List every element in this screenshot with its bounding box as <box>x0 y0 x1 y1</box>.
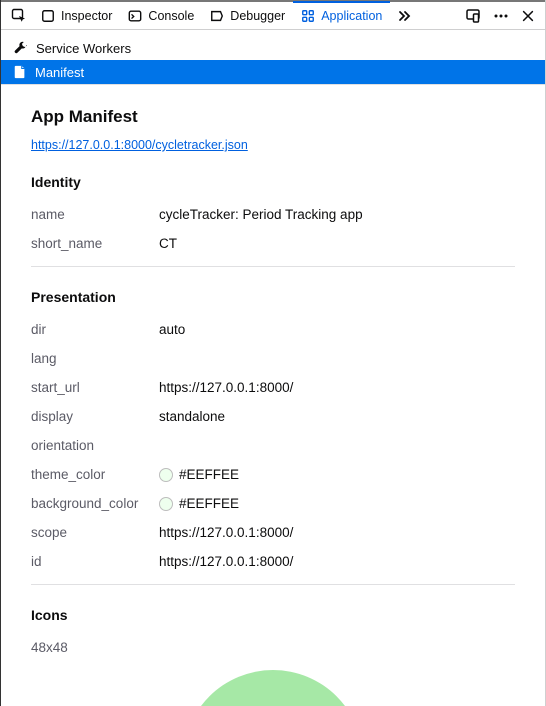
key: background_color <box>31 496 159 511</box>
pick-element-icon <box>11 8 27 24</box>
value: https://127.0.0.1:8000/ <box>159 525 293 540</box>
row-background-color: background_color #EEFFEE <box>31 489 515 518</box>
row-theme-color: theme_color #EEFFEE <box>31 460 515 489</box>
manifest-panel: App Manifest https://127.0.0.1:8000/cycl… <box>1 85 545 706</box>
icon-preview-wrap <box>31 670 515 706</box>
tab-label: Debugger <box>230 9 285 23</box>
key: lang <box>31 351 159 366</box>
key: orientation <box>31 438 159 453</box>
color-text: #EEFFEE <box>179 496 239 511</box>
row-orientation: orientation <box>31 431 515 460</box>
more-options-button[interactable] <box>487 2 515 30</box>
icon-preview <box>183 670 363 706</box>
key: display <box>31 409 159 424</box>
color-swatch <box>159 468 173 482</box>
sidebar-item-label: Manifest <box>35 65 84 80</box>
presentation-title: Presentation <box>31 289 515 305</box>
row-icon-size: 48x48 <box>31 633 515 662</box>
row-dir: dir auto <box>31 315 515 344</box>
console-icon <box>128 9 142 23</box>
key: start_url <box>31 380 159 395</box>
value: #EEFFEE <box>159 496 239 511</box>
icons-section: Icons 48x48 <box>31 607 515 706</box>
key: name <box>31 207 159 222</box>
value: standalone <box>159 409 225 424</box>
manifest-url-link[interactable]: https://127.0.0.1:8000/cycletracker.json <box>31 138 248 152</box>
close-devtools-button[interactable] <box>515 2 541 30</box>
row-start-url: start_url https://127.0.0.1:8000/ <box>31 373 515 402</box>
row-scope: scope https://127.0.0.1:8000/ <box>31 518 515 547</box>
identity-section: Identity name cycleTracker: Period Track… <box>31 174 515 267</box>
application-icon <box>301 9 315 23</box>
sidebar-item-manifest[interactable]: Manifest <box>1 60 545 84</box>
color-text: #EEFFEE <box>179 467 239 482</box>
value: #EEFFEE <box>159 467 239 482</box>
key: theme_color <box>31 467 159 482</box>
devtools-toolbar: Inspector Console Debugger Applicat <box>1 0 545 30</box>
divider <box>31 584 515 585</box>
debugger-icon <box>210 9 224 23</box>
overflow-tabs-button[interactable] <box>390 2 418 30</box>
tab-debugger[interactable]: Debugger <box>202 2 293 30</box>
chevrons-right-icon <box>396 8 412 24</box>
value: auto <box>159 322 185 337</box>
close-icon <box>521 9 535 23</box>
inspect-element-button[interactable] <box>5 2 33 30</box>
tab-label: Console <box>148 9 194 23</box>
row-id: id https://127.0.0.1:8000/ <box>31 547 515 576</box>
ellipsis-icon <box>493 8 509 24</box>
file-icon <box>13 65 27 79</box>
key: scope <box>31 525 159 540</box>
value: cycleTracker: Period Tracking app <box>159 207 363 222</box>
application-sidebar: Service Workers Manifest <box>1 30 545 85</box>
key: dir <box>31 322 159 337</box>
row-name: name cycleTracker: Period Tracking app <box>31 200 515 229</box>
responsive-mode-button[interactable] <box>459 2 487 30</box>
tab-console[interactable]: Console <box>120 2 202 30</box>
sidebar-item-service-workers[interactable]: Service Workers <box>1 36 545 60</box>
row-short-name: short_name CT <box>31 229 515 258</box>
inspector-icon <box>41 9 55 23</box>
panel-heading: App Manifest <box>31 107 515 127</box>
key: 48x48 <box>31 640 159 655</box>
tab-inspector[interactable]: Inspector <box>33 2 120 30</box>
presentation-section: Presentation dir auto lang start_url htt… <box>31 289 515 585</box>
key: id <box>31 554 159 569</box>
row-lang: lang <box>31 344 515 373</box>
tab-application[interactable]: Application <box>293 1 390 30</box>
sidebar-item-label: Service Workers <box>36 41 131 56</box>
color-swatch <box>159 497 173 511</box>
divider <box>31 266 515 267</box>
icons-title: Icons <box>31 607 515 623</box>
value: https://127.0.0.1:8000/ <box>159 380 293 395</box>
responsive-icon <box>465 8 481 24</box>
tab-label: Application <box>321 9 382 23</box>
row-display: display standalone <box>31 402 515 431</box>
value: CT <box>159 236 177 251</box>
value: https://127.0.0.1:8000/ <box>159 554 293 569</box>
tab-label: Inspector <box>61 9 112 23</box>
wrench-icon <box>13 41 28 56</box>
key: short_name <box>31 236 159 251</box>
identity-title: Identity <box>31 174 515 190</box>
